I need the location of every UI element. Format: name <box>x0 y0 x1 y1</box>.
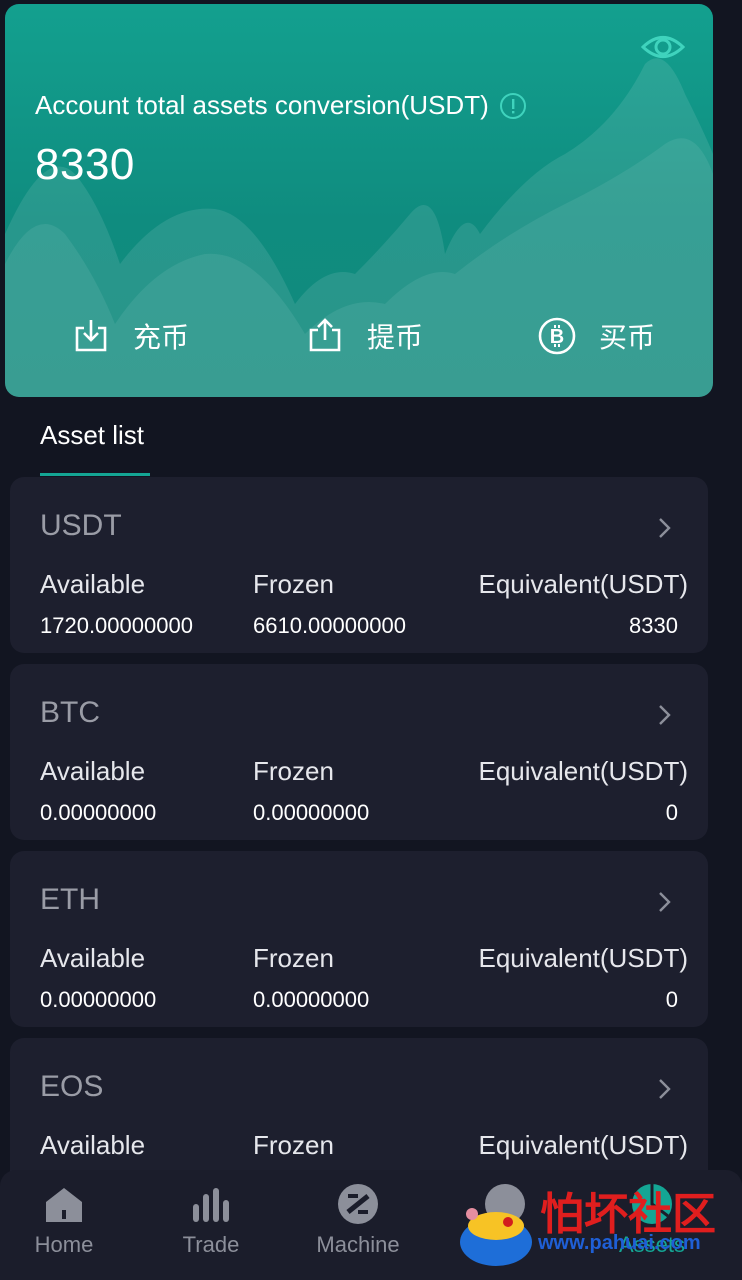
buy-coin-label: 买币 <box>599 322 656 353</box>
equivalent-header: Equivalent(USDT) <box>478 943 688 973</box>
frozen-header: Frozen <box>253 756 334 786</box>
nav-contract[interactable]: ...act <box>445 1182 565 1258</box>
total-assets-title-row: Account total assets conversion(USDT) <box>35 90 527 121</box>
frozen-value: 0.00000000 <box>253 987 370 1012</box>
machine-icon <box>338 1184 378 1224</box>
equivalent-value: 8330 <box>629 613 678 638</box>
frozen-value: 6610.00000000 <box>253 613 406 638</box>
svg-text:B: B <box>550 326 564 348</box>
frozen-header: Frozen <box>253 1130 334 1160</box>
eye-icon[interactable] <box>641 30 685 64</box>
asset-card-eth[interactable]: ETH Available Frozen Equivalent(USDT) 0.… <box>10 851 708 1027</box>
tab-asset-list[interactable]: Asset list <box>40 420 144 451</box>
buy-coin-button[interactable]: B 买币 <box>537 316 655 356</box>
frozen-header: Frozen <box>253 569 334 599</box>
deposit-icon <box>75 320 107 352</box>
bottom-nav: Home Trade Machine ...act Assets <box>0 1170 742 1280</box>
available-value: 0.00000000 <box>40 987 157 1012</box>
nav-trade[interactable]: Trade <box>151 1182 271 1258</box>
deposit-button[interactable]: 充币 <box>71 316 189 356</box>
nav-assets[interactable]: Assets <box>592 1182 712 1258</box>
nav-trade-label: Trade <box>182 1232 240 1257</box>
deposit-label: 充币 <box>133 322 190 353</box>
withdraw-icon <box>309 318 341 352</box>
coin-name: USDT <box>40 509 122 542</box>
coin-name: ETH <box>40 883 100 916</box>
equivalent-value: 0 <box>665 987 678 1012</box>
assets-summary-card: Account total assets conversion(USDT) 83… <box>5 4 713 397</box>
equivalent-value: 0 <box>665 800 678 825</box>
chevron-right-icon <box>659 1079 671 1099</box>
frozen-value: 0.00000000 <box>253 800 370 825</box>
nav-machine-label: Machine <box>316 1232 400 1257</box>
total-assets-value: 8330 <box>35 140 135 189</box>
trade-icon <box>193 1188 229 1222</box>
nav-machine[interactable]: Machine <box>298 1182 418 1258</box>
chevron-right-icon <box>659 518 671 538</box>
available-header: Available <box>40 1130 146 1160</box>
bitcoin-icon: B <box>538 317 576 355</box>
chevron-right-icon <box>659 892 671 912</box>
assets-icon <box>632 1184 672 1224</box>
equivalent-header: Equivalent(USDT) <box>478 569 688 599</box>
contract-icon <box>485 1184 525 1224</box>
nav-contract-label: ...act <box>481 1232 529 1257</box>
withdraw-button[interactable]: 提币 <box>305 316 423 356</box>
frozen-header: Frozen <box>253 943 334 973</box>
nav-assets-label: Assets <box>618 1232 686 1257</box>
available-header: Available <box>40 569 146 599</box>
equivalent-header: Equivalent(USDT) <box>478 756 688 786</box>
withdraw-label: 提币 <box>367 322 424 353</box>
nav-home[interactable]: Home <box>4 1182 124 1258</box>
equivalent-header: Equivalent(USDT) <box>478 1130 688 1160</box>
coin-name: EOS <box>40 1070 104 1103</box>
available-header: Available <box>40 756 146 786</box>
info-icon[interactable] <box>499 92 527 120</box>
available-value: 1720.00000000 <box>40 613 193 638</box>
asset-card-btc[interactable]: BTC Available Frozen Equivalent(USDT) 0.… <box>10 664 708 840</box>
chevron-right-icon <box>659 705 671 725</box>
available-header: Available <box>40 943 146 973</box>
asset-card-usdt[interactable]: USDT Available Frozen Equivalent(USDT) 1… <box>10 477 708 653</box>
total-assets-label: Account total assets conversion(USDT) <box>35 90 489 120</box>
available-value: 0.00000000 <box>40 800 157 825</box>
asset-actions: 充币 提币 B 买币 <box>5 304 713 374</box>
coin-name: BTC <box>40 696 100 729</box>
tab-active-indicator <box>40 473 150 476</box>
nav-home-label: Home <box>34 1232 94 1257</box>
home-icon <box>46 1188 82 1222</box>
